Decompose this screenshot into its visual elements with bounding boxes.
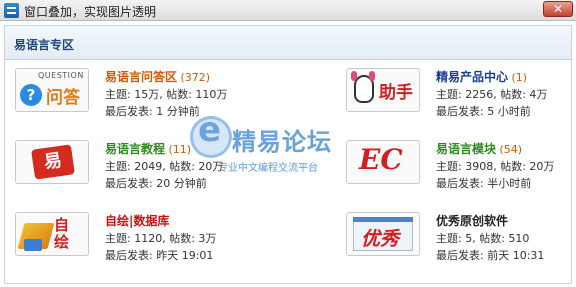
forum-name-link[interactable]: 优秀原创软件: [436, 214, 508, 228]
watermark-slogan: 专业中文编程交流平台: [218, 163, 318, 174]
original-software-icon[interactable]: 优秀: [346, 212, 420, 256]
forum-stats: 主题: 3908, 帖数: 20万: [436, 160, 555, 173]
forum-count: (372): [180, 71, 211, 84]
forum-name-link[interactable]: 精易产品中心: [436, 70, 508, 84]
window-titlebar: 窗口叠加，实现图片透明 ✕: [0, 0, 576, 21]
forum-name-link[interactable]: 自绘|数据库: [105, 214, 169, 228]
site-watermark: e 精易论坛 专业中文编程交流平台: [188, 108, 348, 180]
forum-name-link[interactable]: 易语言模块: [436, 142, 496, 156]
forum-stats: 主题: 15万, 帖数: 110万: [105, 88, 228, 101]
forum-last-post[interactable]: 最后发表: 昨天 19:01: [105, 247, 216, 264]
forum-item-products[interactable]: 助手 精易产品中心 (1) 主题: 2256, 帖数: 4万 最后发表: 5 小…: [336, 64, 576, 134]
forum-last-post[interactable]: 最后发表: 半小时前: [436, 175, 554, 192]
panel-title: 易语言专区: [14, 38, 75, 52]
forum-item-self-draw[interactable]: 自绘 自绘|数据库 主题: 1120, 帖数: 3万 最后发表: 昨天 19:0…: [5, 208, 287, 278]
close-button[interactable]: ✕: [543, 1, 573, 17]
forum-count: (54): [499, 143, 523, 156]
self-draw-icon[interactable]: 自绘: [15, 212, 89, 256]
forum-stats: 主题: 5, 帖数: 510: [436, 232, 530, 245]
qa-icon[interactable]: QUESTION ? 问答: [15, 68, 89, 112]
tutorial-icon[interactable]: 易: [15, 140, 89, 184]
module-icon[interactable]: EC: [346, 140, 420, 184]
assistant-icon[interactable]: 助手: [346, 68, 420, 112]
watermark-name: 精易论坛: [232, 128, 332, 156]
forum-last-post[interactable]: 最后发表: 5 小时前: [436, 103, 547, 120]
panel-header: 易语言专区: [5, 26, 571, 60]
forum-stats: 主题: 2256, 帖数: 4万: [436, 88, 548, 101]
forum-item-original-software[interactable]: 优秀 优秀原创软件 主题: 5, 帖数: 510 最后发表: 前天 10:31: [336, 208, 576, 278]
app-logo-icon: [4, 3, 19, 18]
forum-item-module[interactable]: EC 易语言模块 (54) 主题: 3908, 帖数: 20万 最后发表: 半小…: [336, 136, 576, 206]
forum-stats: 主题: 1120, 帖数: 3万: [105, 232, 217, 245]
forum-last-post[interactable]: 最后发表: 前天 10:31: [436, 247, 544, 264]
forum-name-link[interactable]: 易语言教程: [105, 142, 165, 156]
forum-name-link[interactable]: 易语言问答区: [105, 70, 177, 84]
forum-count: (1): [511, 71, 528, 84]
forum-panel: 易语言专区 QUESTION ? 问答 易语言问答区 (372) 主题: 15万…: [4, 25, 572, 284]
window-title: 窗口叠加，实现图片透明: [24, 5, 157, 19]
